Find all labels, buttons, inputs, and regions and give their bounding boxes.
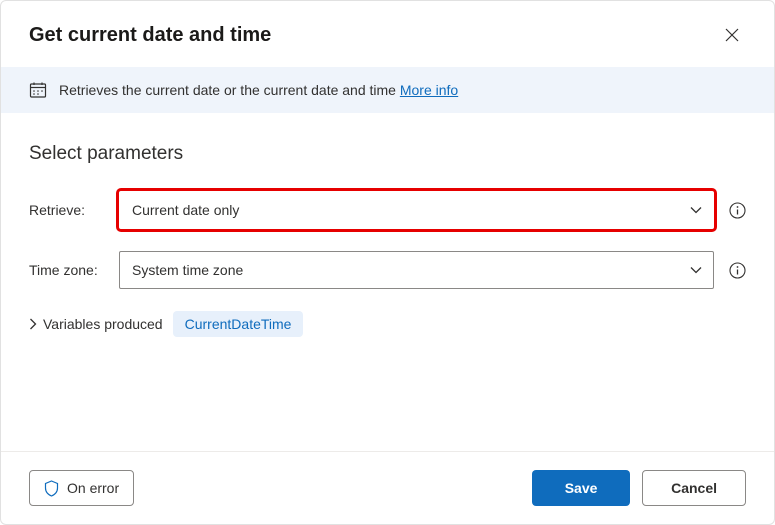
retrieve-select[interactable]: Current date only xyxy=(119,191,714,229)
info-icon xyxy=(729,262,746,279)
section-title: Select parameters xyxy=(29,143,746,165)
timezone-select[interactable]: System time zone xyxy=(119,251,714,289)
variables-label: Variables produced xyxy=(43,316,163,332)
timezone-select-wrap: System time zone xyxy=(119,251,714,289)
calendar-icon xyxy=(29,81,47,99)
more-info-link[interactable]: More info xyxy=(400,82,458,98)
info-icon xyxy=(729,202,746,219)
save-button[interactable]: Save xyxy=(532,470,630,506)
retrieve-info-button[interactable] xyxy=(728,201,746,219)
dialog-header: Get current date and time xyxy=(1,1,774,67)
dialog-footer: On error Save Cancel xyxy=(1,451,774,524)
dialog-title: Get current date and time xyxy=(29,24,271,47)
on-error-button[interactable]: On error xyxy=(29,470,134,506)
timezone-label: Time zone: xyxy=(29,262,111,278)
chevron-right-icon xyxy=(29,318,37,330)
close-button[interactable] xyxy=(718,21,746,49)
shield-icon xyxy=(44,480,59,497)
cancel-button[interactable]: Cancel xyxy=(642,470,746,506)
on-error-label: On error xyxy=(67,480,119,496)
info-description: Retrieves the current date or the curren… xyxy=(59,82,400,98)
close-icon xyxy=(725,28,739,42)
retrieve-value: Current date only xyxy=(132,202,239,218)
timezone-value: System time zone xyxy=(132,262,243,278)
content-area: Select parameters Retrieve: Current date… xyxy=(1,113,774,451)
footer-actions: Save Cancel xyxy=(532,470,746,506)
info-banner-text: Retrieves the current date or the curren… xyxy=(59,82,458,98)
info-banner: Retrieves the current date or the curren… xyxy=(1,67,774,113)
variable-chip[interactable]: CurrentDateTime xyxy=(173,311,304,337)
retrieve-label: Retrieve: xyxy=(29,202,111,218)
retrieve-row: Retrieve: Current date only xyxy=(29,191,746,229)
timezone-info-button[interactable] xyxy=(728,261,746,279)
variables-toggle[interactable]: Variables produced xyxy=(29,316,163,332)
timezone-row: Time zone: System time zone xyxy=(29,251,746,289)
retrieve-select-wrap: Current date only xyxy=(119,191,714,229)
variables-row: Variables produced CurrentDateTime xyxy=(29,311,746,337)
